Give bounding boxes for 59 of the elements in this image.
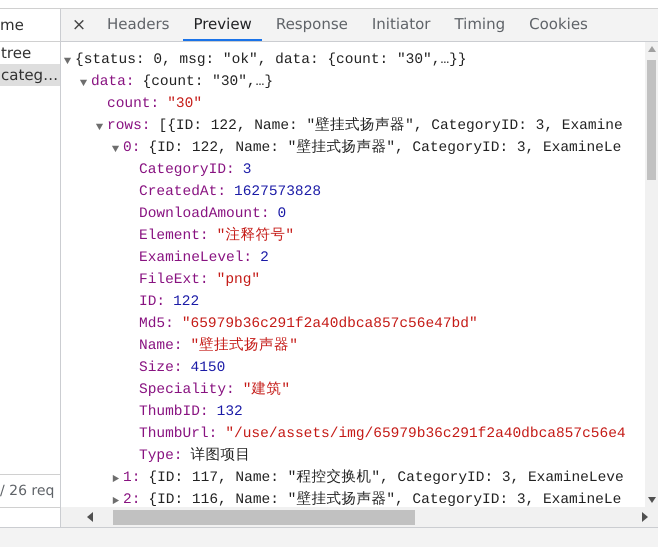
property-value: "/use/assets/img/65979b36c291f2a40dbca857c56e4	[225, 425, 626, 444]
property-key: 0:	[123, 137, 140, 159]
object-summary: {ID: 117, Name: "程控交换机", CategoryID: 3, ExamineLeve	[148, 468, 624, 488]
property-value: 2	[260, 249, 269, 268]
property-key: Type:	[139, 445, 183, 467]
property-value: 1627573828	[234, 183, 322, 202]
property-key: Element:	[139, 225, 209, 247]
property-value: "30"	[167, 95, 202, 114]
property-key: CreatedAt:	[139, 181, 226, 203]
property-key: Size:	[139, 357, 183, 379]
property-key: 2:	[123, 489, 140, 507]
scrollbar-thumb[interactable]	[113, 510, 415, 524]
tab[interactable]: Timing	[444, 9, 516, 41]
property-value: 3	[242, 161, 252, 180]
property-value: 4150	[190, 359, 226, 378]
property-value: "注释符号"	[216, 226, 294, 246]
close-button[interactable]: ×	[61, 9, 97, 41]
property-key: ExamineLevel:	[139, 247, 252, 269]
tab[interactable]: Cookies	[519, 9, 598, 41]
property-value: 122	[173, 293, 200, 312]
property-key: ThumbID:	[139, 401, 209, 423]
object-summary: {ID: 122, Name: "壁挂式扬声器", CategoryID: 3, ExamineLe	[148, 138, 622, 158]
property-value: 0	[278, 205, 286, 224]
request-item[interactable]: tree	[0, 42, 60, 64]
vertical-scrollbar[interactable]	[645, 42, 658, 507]
property-key: rows:	[107, 115, 151, 137]
object-summary: {count: "30",…}	[142, 73, 274, 92]
property-key: CategoryID:	[139, 159, 235, 181]
property-value: 详图项目	[190, 446, 251, 466]
scroll-right-icon[interactable]	[642, 512, 648, 522]
property-key: Name:	[139, 335, 183, 357]
scroll-down-icon[interactable]	[648, 497, 656, 503]
property-value: "65979b36c291f2a40dbca857c56e47bd"	[182, 315, 478, 334]
request-count: / 26 req	[0, 474, 60, 508]
tab[interactable]: Response	[266, 9, 358, 41]
property-key: FileExt:	[139, 269, 209, 291]
property-key: ThumbUrl:	[139, 423, 218, 445]
tab[interactable]: Preview	[183, 9, 262, 41]
column-header[interactable]: me	[0, 9, 60, 42]
horizontal-scrollbar[interactable]	[61, 507, 658, 527]
property-key: Md5:	[139, 313, 174, 335]
object-summary: [{ID: 122, Name: "壁挂式扬声器", CategoryID: 3, Examine	[158, 116, 623, 136]
object-summary: {ID: 116, Name: "壁挂式扬声器", CategoryID: 3, ExamineLe	[148, 490, 622, 507]
property-value: 132	[216, 403, 243, 422]
property-key: data:	[91, 71, 135, 93]
property-key: count:	[107, 93, 160, 115]
scrollbar-thumb[interactable]	[647, 60, 656, 180]
object-summary: {status: 0, msg: "ok", data: {count: "30",…}}	[75, 51, 467, 70]
property-key: Speciality:	[139, 379, 235, 401]
property-value: "壁挂式扬声器"	[190, 336, 298, 356]
scroll-left-icon[interactable]	[87, 512, 93, 522]
tab[interactable]: Headers	[97, 9, 180, 41]
tab[interactable]: Initiator	[362, 9, 440, 41]
property-key: ID:	[139, 291, 166, 313]
request-item[interactable]: categ…	[0, 64, 60, 86]
property-value: "png"	[216, 271, 260, 290]
property-key: DownloadAmount:	[139, 203, 270, 225]
property-value: "建筑"	[242, 380, 290, 400]
property-key: 1:	[123, 467, 140, 489]
